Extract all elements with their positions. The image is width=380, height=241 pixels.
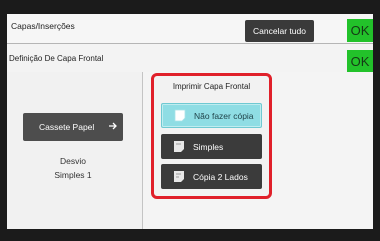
blank-page-icon <box>174 109 186 122</box>
cancel-all-button[interactable]: Cancelar tudo <box>245 20 314 42</box>
device-frame: Capas/Inserções Cancelar tudo OK Definiç… <box>0 0 380 241</box>
tray-name: Desvio <box>60 156 86 166</box>
option-single-sided[interactable]: Simples <box>161 134 262 159</box>
ok-button-section[interactable]: OK <box>347 50 373 73</box>
section-title: Definição De Capa Frontal <box>9 54 104 63</box>
touch-screen: Capas/Inserções Cancelar tudo OK Definiç… <box>7 14 373 229</box>
print-options-panel: Imprimir Capa Frontal Não fazer cópia Si… <box>143 72 373 229</box>
sub-header: Definição De Capa Frontal OK <box>7 48 373 73</box>
arrow-right-icon <box>109 122 117 130</box>
option-two-sided[interactable]: Cópia 2 Lados <box>161 164 262 189</box>
option-no-copy[interactable]: Não fazer cópia <box>161 103 262 128</box>
two-sided-page-icon <box>174 171 184 182</box>
option-single-sided-label: Simples <box>193 141 224 152</box>
print-front-cover-label: Imprimir Capa Frontal <box>172 82 251 91</box>
ok-button-top[interactable]: OK <box>347 19 373 42</box>
option-no-copy-label: Não fazer cópia <box>194 110 254 121</box>
top-bar: Capas/Inserções Cancelar tudo OK <box>7 14 373 44</box>
print-front-cover-group: Imprimir Capa Frontal Não fazer cópia Si… <box>151 73 272 199</box>
paper-cassette-label: Cassete Papel <box>39 122 95 132</box>
tray-paper-type: Simples 1 <box>54 170 92 180</box>
paper-source-panel: Cassete Papel Desvio Simples 1 <box>7 72 143 229</box>
paper-cassette-button[interactable]: Cassete Papel <box>23 113 123 141</box>
page-title: Capas/Inserções <box>11 21 75 31</box>
option-two-sided-label: Cópia 2 Lados <box>193 171 248 182</box>
single-sided-page-icon <box>174 141 184 152</box>
